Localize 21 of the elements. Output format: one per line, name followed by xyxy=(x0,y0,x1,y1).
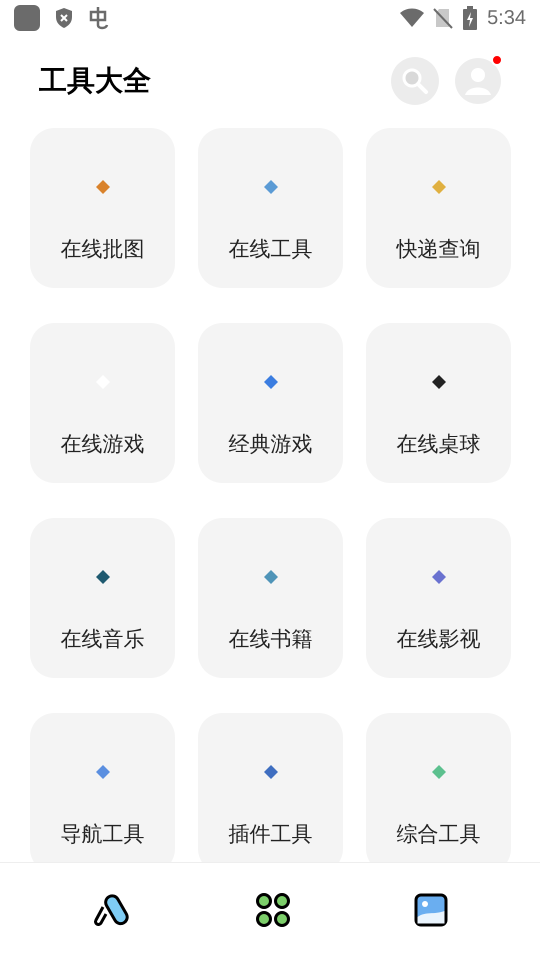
tool-card[interactable]: 在线游戏 xyxy=(30,323,175,483)
tool-card[interactable]: 在线音乐 xyxy=(30,518,175,678)
image-icon xyxy=(414,892,448,926)
wifi-icon xyxy=(399,8,426,28)
no-sim-icon xyxy=(433,7,454,29)
status-time: 5:34 xyxy=(487,6,526,31)
battery-icon xyxy=(463,6,478,30)
shield-icon xyxy=(54,7,74,29)
tool-card[interactable]: 快递查询 xyxy=(366,128,511,288)
tool-card[interactable]: 经典游戏 xyxy=(198,323,343,483)
tool-card[interactable]: 在线影视 xyxy=(366,518,511,678)
tool-card[interactable]: 插件工具 xyxy=(198,713,343,862)
tool-card[interactable]: 综合工具 xyxy=(366,713,511,862)
grid-icon xyxy=(256,892,290,926)
tool-card[interactable]: 在线工具 xyxy=(198,128,343,288)
tool-card[interactable]: 在线桌球 xyxy=(366,323,511,483)
tool-card[interactable]: 在线批图 xyxy=(30,128,175,288)
app-notification-icon xyxy=(14,5,40,31)
tool-card[interactable]: 在线书籍 xyxy=(198,518,343,678)
page-title: 工具大全 xyxy=(39,64,152,98)
tool-card[interactable]: 导航工具 xyxy=(30,713,175,862)
